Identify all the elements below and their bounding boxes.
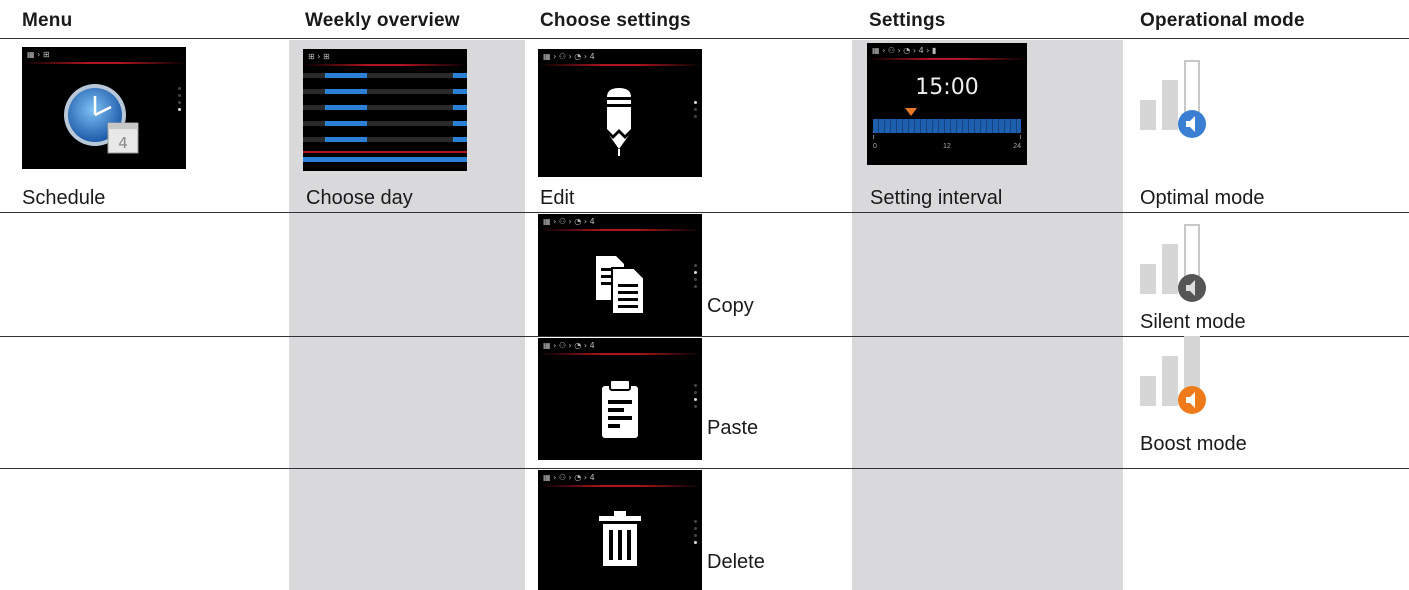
menu-label: Schedule	[22, 187, 106, 209]
header-operational-mode: Operational mode	[1140, 10, 1305, 31]
header-line	[538, 353, 702, 355]
delete-label: Delete	[707, 551, 765, 573]
clock-calendar-icon: 4	[64, 84, 139, 154]
setting-interval-screen[interactable]: ▦ › ⚇ › ◔ › 4 › ▮ 15:00 0 12 24	[867, 43, 1027, 165]
copy-screen[interactable]: ▦ › ⚇ › ◔ › 4	[538, 214, 702, 336]
interval-bar[interactable]	[873, 119, 1021, 133]
header-line	[538, 485, 702, 487]
row-divider-1	[0, 212, 1409, 213]
header-line	[867, 58, 1027, 60]
paste-label: Paste	[707, 417, 759, 439]
paste-screen[interactable]: ▦ › ⚇ › ◔ › 4	[538, 338, 702, 460]
header-menu: Menu	[22, 10, 73, 31]
speaker-orange-icon	[1178, 386, 1206, 414]
schedule-screen[interactable]: ▦ › ⊞ 4	[22, 47, 186, 169]
header-settings: Settings	[869, 10, 946, 31]
optimal-mode-label: Optimal mode	[1140, 187, 1265, 209]
row-divider-top	[0, 38, 1409, 39]
tick-label-mid: 12	[943, 143, 951, 150]
header-line	[303, 64, 467, 66]
page-dots	[178, 87, 182, 115]
page-dots	[694, 520, 698, 548]
delete-screen[interactable]: ▦ › ⚇ › ◔ › 4	[538, 470, 702, 590]
header-line	[538, 229, 702, 231]
weekly-label: Choose day	[306, 187, 413, 209]
tick-label-start: 0	[873, 143, 877, 150]
optimal-mode-icon[interactable]	[1140, 58, 1210, 158]
silent-mode-icon[interactable]	[1140, 222, 1210, 322]
row-divider-3	[0, 468, 1409, 469]
copy-icon	[596, 256, 645, 315]
time-marker[interactable]	[905, 108, 917, 116]
screen-breadcrumb: ▦ › ⚇ › ◔ › 4	[543, 341, 595, 350]
edit-label: Edit	[540, 187, 575, 209]
svg-text:4: 4	[118, 134, 128, 152]
boost-mode-icon[interactable]	[1140, 334, 1210, 434]
screen-breadcrumb: ▦ › ⚇ › ◔ › 4	[543, 217, 595, 226]
tick-marks	[873, 135, 1021, 139]
screen-breadcrumb: ▦ › ⚇ › ◔ › 4	[543, 473, 595, 482]
header-line	[538, 64, 702, 66]
edit-screen[interactable]: ▦ › ⚇ › ◔ › 4	[538, 49, 702, 177]
settings-label: Setting interval	[870, 187, 1003, 209]
copy-label: Copy	[707, 295, 754, 317]
screen-breadcrumb: ▦ › ⊞	[27, 50, 50, 59]
trash-icon	[599, 511, 641, 566]
page-dots	[694, 264, 698, 292]
header-choose-settings: Choose settings	[540, 10, 691, 31]
pencil-icon	[607, 88, 631, 156]
screen-breadcrumb: ⊞ › ⊞	[308, 52, 330, 61]
silent-mode-label: Silent mode	[1140, 311, 1246, 333]
tick-label-end: 24	[1013, 143, 1021, 150]
clipboard-icon	[602, 379, 638, 438]
page-dots	[694, 384, 698, 412]
header-weekly-overview: Weekly overview	[305, 10, 460, 31]
screen-breadcrumb: ▦ › ⚇ › ◔ › 4	[543, 52, 595, 61]
weekly-screen[interactable]: ⊞ › ⊞	[303, 49, 467, 171]
speaker-blue-icon	[1178, 110, 1206, 138]
boost-mode-label: Boost mode	[1140, 433, 1247, 455]
time-display: 15:00	[915, 75, 979, 100]
speaker-gray-icon	[1178, 274, 1206, 302]
page-dots	[694, 101, 698, 122]
screen-breadcrumb: ▦ › ⚇ › ◔ › 4 › ▮	[872, 46, 937, 55]
header-line	[22, 62, 186, 64]
